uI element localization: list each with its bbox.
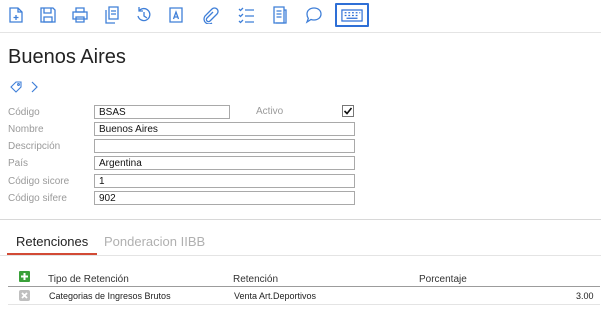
comment-icon[interactable] [303,4,325,26]
codigo-input[interactable]: BSAS [94,105,230,119]
nombre-input[interactable]: Buenos Aires [94,122,355,136]
copy-icon[interactable] [101,4,123,26]
tab-divider [0,255,601,256]
history-icon[interactable] [133,4,155,26]
table-row-divider [8,304,600,305]
toolbar-divider [0,32,601,33]
column-header-retencion: Retención [233,274,279,285]
nombre-label: Nombre [8,124,44,135]
column-header-tipo: Tipo de Retención [48,274,129,285]
save-icon[interactable] [37,4,59,26]
pais-input[interactable]: Argentina [94,156,355,170]
codigo-label: Código [8,107,40,118]
delete-row-button[interactable] [19,290,30,301]
section-divider [0,219,601,220]
toolbar [0,0,601,32]
record-actions [10,80,40,98]
report-icon[interactable] [269,4,291,26]
descripcion-label: Descripción [8,141,61,152]
table-cell-tipo[interactable]: Categorias de Ingresos Brutos [49,291,171,301]
keyboard-icon[interactable] [335,3,369,27]
codigo-sicore-label: Código sicore [8,176,70,187]
print-icon[interactable] [69,4,91,26]
add-row-button[interactable] [19,271,30,282]
descripcion-input[interactable] [94,139,355,153]
tab-ponderacion-iibb[interactable]: Ponderacion IIBB [104,234,205,249]
chevron-right-icon[interactable] [28,80,40,98]
attach-icon[interactable] [199,4,221,26]
table-cell-retencion[interactable]: Venta Art.Deportivos [234,291,316,301]
activo-label: Activo [256,106,284,117]
list-icon[interactable] [235,4,257,26]
text-icon[interactable] [165,4,187,26]
codigo-sicore-input[interactable]: 1 [94,174,355,188]
page-title: Buenos Aires [8,46,126,68]
activo-checkbox[interactable] [342,105,354,117]
pais-label: País [8,158,29,169]
codigo-sifere-input[interactable]: 902 [94,191,355,205]
table-header-divider [8,286,600,287]
tag-icon[interactable] [10,80,22,98]
tab-retenciones[interactable]: Retenciones [16,234,88,249]
table-cell-porcentaje[interactable]: 3.00 [576,291,594,301]
codigo-sifere-label: Código sifere [8,193,67,204]
column-header-porcentaje: Porcentaje [419,274,467,285]
new-icon[interactable] [5,4,27,26]
